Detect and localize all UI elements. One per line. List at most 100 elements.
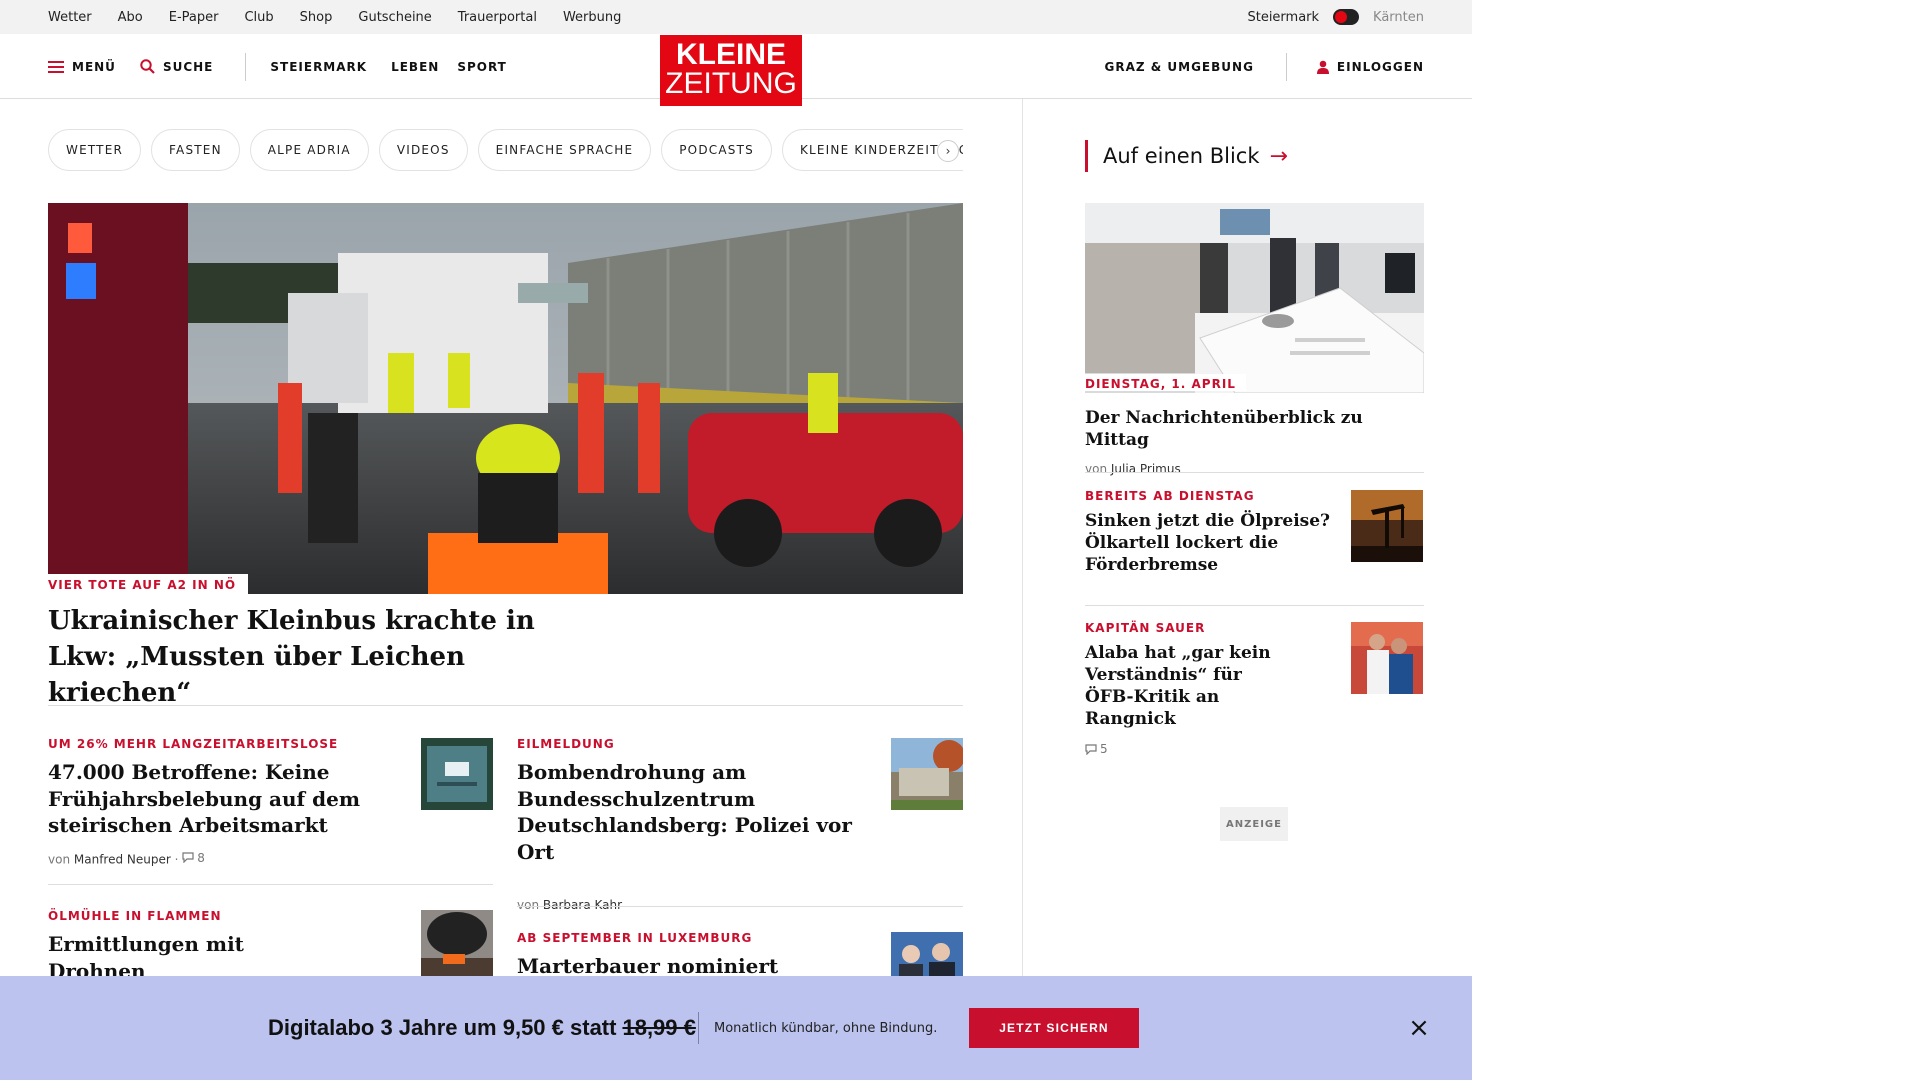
util-link-wetter[interactable]: Wetter [48, 10, 92, 25]
pill-fasten[interactable]: FASTEN [151, 129, 240, 171]
school-building-thumb [891, 738, 963, 810]
search-label: SUCHE [162, 59, 214, 74]
byline-prefix: von [48, 852, 71, 866]
sidebar-item-1[interactable]: Der Nachrichtenüberblick zu Mittag von J… [1085, 400, 1424, 476]
teaser-kicker: EILMELDUNG [517, 737, 615, 751]
nav-section-leben[interactable]: LEBEN [391, 60, 439, 74]
sidebar-title[interactable]: Alaba hat „gar kein Verständnis“ für ÖFB… [1085, 642, 1285, 730]
comment-icon [1085, 743, 1097, 755]
util-link-shop[interactable]: Shop [300, 10, 333, 25]
pill-podcasts[interactable]: PODCASTS [661, 129, 772, 171]
byline-dot: · [174, 852, 179, 866]
nav-divider [245, 52, 247, 81]
kleine-zeitung-logo[interactable]: KLEINE ZEITUNG [660, 35, 802, 106]
sidebar-item-2[interactable]: BEREITS AB DIENSTAG Sinken jetzt die Ölp… [1085, 489, 1335, 576]
teaser-byline: von Manfred Neuper · 8 [48, 851, 393, 867]
comment-count[interactable]: 5 [1085, 742, 1108, 756]
teaser-oelmuehle-thumbnail[interactable] [421, 910, 493, 982]
football-players-thumb [1351, 622, 1423, 694]
teaser-bombendrohung[interactable]: EILMELDUNG Bombendrohung am Bundesschulz… [517, 737, 862, 912]
teaser-byline: von Barbara Kahr [517, 898, 862, 912]
logo-line-2: ZEITUNG [665, 67, 797, 100]
nav-section-sport[interactable]: SPORT [457, 60, 507, 74]
pill-alpe-adria[interactable]: ALPE ADRIA [249, 129, 369, 171]
util-link-trauerportal[interactable]: Trauerportal [458, 10, 537, 25]
teaser-divider [517, 906, 963, 907]
teaser-title[interactable]: Bombendrohung am Bundesschulzentrum Deut… [517, 759, 862, 865]
comment-icon [182, 852, 194, 863]
sidebar-divider [1085, 605, 1424, 606]
banner-headline: Digitalabo 3 Jahre um 9,50 € statt 18,99… [268, 976, 696, 1080]
sidebar-kicker: KAPITÄN SAUER [1085, 621, 1206, 635]
menu-button[interactable]: MENÜ [48, 60, 116, 74]
ad-label: ANZEIGE [1220, 807, 1288, 841]
util-link-werbung[interactable]: Werbung [563, 10, 621, 25]
banner-divider [698, 1012, 699, 1044]
nav-left: MENÜ SUCHE STEIERMARK LEBEN SPORT [48, 34, 531, 99]
byline-author[interactable]: Manfred Neuper [74, 852, 171, 866]
sidebar-lead-image[interactable] [1085, 203, 1424, 393]
nav-local-graz[interactable]: GRAZ & UMGEBUNG [1105, 60, 1254, 74]
user-icon [1316, 60, 1329, 74]
logo-line-1: KLEINE [675, 38, 786, 71]
close-icon[interactable]: × [1407, 1013, 1431, 1043]
sidebar-heading-label: Auf einen Blick [1103, 144, 1260, 168]
sidebar-item-2-thumbnail[interactable] [1351, 490, 1423, 562]
topic-pills: WETTER FASTEN ALPE ADRIA VIDEOS EINFACHE… [48, 129, 963, 171]
pills-next-button[interactable]: › [937, 140, 959, 162]
byline-author[interactable]: Barbara Kahr [543, 898, 622, 912]
arrow-right-icon: → [1269, 143, 1288, 169]
region-kaernten[interactable]: Kärnten [1373, 10, 1424, 25]
hero-kicker: VIER TOTE AUF A2 IN NÖ [48, 574, 249, 596]
pill-videos[interactable]: VIDEOS [378, 129, 468, 171]
sidebar-item-3-thumbnail[interactable] [1351, 622, 1423, 694]
teaser-bombendrohung-thumbnail[interactable] [891, 738, 963, 810]
banner-subtext: Monatlich kündbar, ohne Bindung. [714, 1020, 938, 1036]
sidebar-item-1-kicker-box: DIENSTAG, 1. APRIL [1085, 374, 1246, 391]
teaser-arbeitsmarkt[interactable]: UM 26% MEHR LANGZEITARBEITSLOSE 47.000 B… [48, 737, 393, 866]
hero-divider [48, 705, 963, 706]
teaser-kicker: AB SEPTEMBER IN LUXEMBURG [517, 931, 753, 945]
search-icon [140, 59, 155, 74]
comment-number: 8 [197, 850, 205, 865]
sidebar-title[interactable]: Der Nachrichtenüberblick zu Mittag [1085, 407, 1424, 451]
ams-office-photo [1085, 203, 1424, 393]
util-link-abo[interactable]: Abo [118, 10, 143, 25]
fire-smoke-thumb [421, 910, 493, 982]
byline-prefix: von [1085, 462, 1108, 476]
comment-number: 5 [1100, 742, 1108, 756]
comment-count[interactable]: 8 [182, 851, 205, 865]
pill-wetter[interactable]: WETTER [48, 129, 142, 171]
hero-headline[interactable]: Ukrainischer Kleinbus krachte in Lkw: „M… [48, 603, 608, 711]
sidebar-heading[interactable]: Auf einen Blick → [1085, 140, 1288, 172]
sidebar-kicker: DIENSTAG, 1. APRIL [1085, 377, 1236, 391]
sidebar-title[interactable]: Sinken jetzt die Ölpreise? Ölkartell loc… [1085, 510, 1335, 576]
region-steiermark[interactable]: Steiermark [1247, 10, 1319, 25]
teaser-kicker: UM 26% MEHR LANGZEITARBEITSLOSE [48, 737, 339, 751]
chevron-right-icon: › [945, 144, 951, 158]
hero-accident-photo [48, 203, 963, 594]
sidebar-byline: von Julia Primus [1085, 462, 1424, 476]
pill-einfache-sprache[interactable]: EINFACHE SPRACHE [477, 129, 652, 171]
nav-section-steiermark[interactable]: STEIERMARK [270, 60, 367, 74]
util-link-club[interactable]: Club [244, 10, 273, 25]
subscribe-button[interactable]: JETZT SICHERN [969, 1008, 1139, 1048]
sidebar-item-3[interactable]: KAPITÄN SAUER Alaba hat „gar kein Verstä… [1085, 621, 1335, 758]
util-link-gutscheine[interactable]: Gutscheine [358, 10, 431, 25]
hero-image[interactable] [48, 203, 963, 594]
menu-label: MENÜ [72, 59, 116, 74]
region-toggle[interactable] [1333, 9, 1360, 25]
search-button[interactable]: SUCHE [140, 59, 213, 74]
login-button[interactable]: EINLOGGEN [1316, 59, 1424, 74]
subscription-banner: Digitalabo 3 Jahre um 9,50 € statt 18,99… [0, 976, 1472, 1080]
teaser-divider [48, 884, 493, 885]
teaser-title[interactable]: 47.000 Betroffene: Keine Frühjahrsbelebu… [48, 759, 393, 839]
teaser-arbeitsmarkt-thumbnail[interactable] [421, 738, 493, 810]
browser-background [1472, 0, 1920, 1080]
teaser-kicker: ÖLMÜHLE IN FLAMMEN [48, 909, 222, 923]
byline-author[interactable]: Julia Primus [1111, 462, 1181, 476]
pill-kinderzeitung[interactable]: KLEINE KINDERZEITUNG [781, 129, 963, 171]
util-link-epaper[interactable]: E-Paper [169, 10, 219, 25]
banner-old-price: 18,99 € [622, 1015, 696, 1040]
login-label: EINLOGGEN [1336, 59, 1424, 74]
